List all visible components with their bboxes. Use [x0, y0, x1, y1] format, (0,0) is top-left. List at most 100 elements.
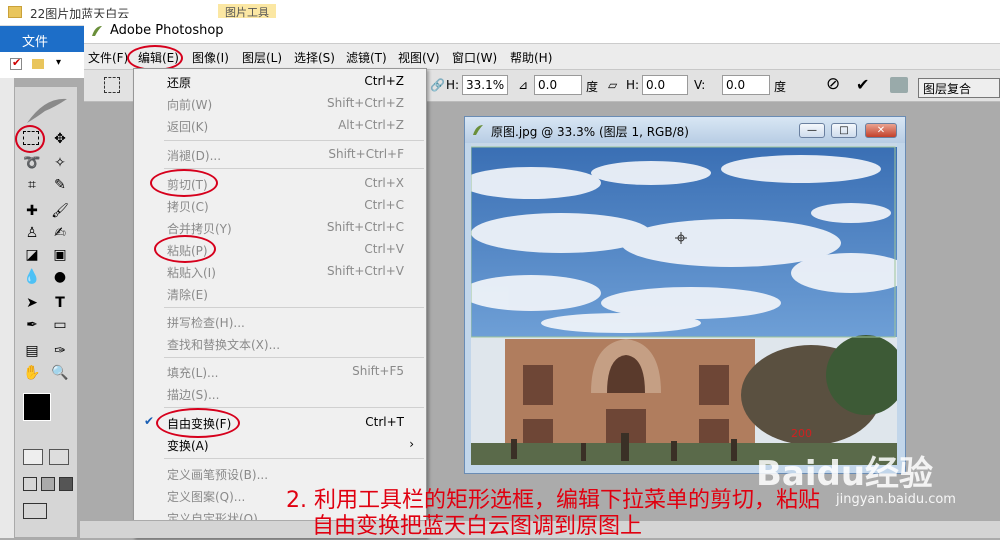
layer-comps-tab[interactable]: 图层复合: [918, 78, 1000, 98]
checkmark-icon: ✔: [144, 414, 155, 428]
jump-to-imageready-icon[interactable]: [23, 503, 47, 519]
menu-item-find-replace[interactable]: 查找和替换文本(X)...: [134, 333, 426, 355]
menu-item-label: 定义图案(Q)...: [167, 490, 246, 504]
menu-item-fill[interactable]: 填充(L)... Shift+F5: [134, 361, 426, 383]
skew-h-input[interactable]: 0.0: [642, 75, 688, 95]
cancel-transform-icon[interactable]: ⊘: [826, 74, 840, 94]
explorer-file-tab[interactable]: 文件: [0, 26, 84, 52]
clone-stamp-icon[interactable]: ♙: [21, 223, 43, 243]
screen-mode-full-icon[interactable]: [41, 477, 55, 491]
minimize-button[interactable]: —: [799, 123, 825, 138]
gradient-tool-icon[interactable]: ▣: [49, 245, 71, 265]
lasso-tool-icon[interactable]: ➰: [21, 153, 43, 173]
menu-item-clear[interactable]: 清除(E): [134, 283, 426, 305]
toolbox: ✥ ➰ ✧ ⌗ ✎ ✚ 🖌 ♙ ✍ ◪ ▣ 💧 ● ➤ T ✒ ▭ ▤ ✑ ✋ …: [14, 86, 78, 538]
brush-tool-icon[interactable]: 🖌: [49, 201, 71, 221]
instruction-caption-line2: 自由变换把蓝天白云图调到原图上: [312, 514, 643, 539]
menu-item-transform[interactable]: 变换(A) ›: [134, 434, 426, 456]
menu-layer[interactable]: 图层(L): [242, 49, 282, 66]
path-select-icon[interactable]: ➤: [21, 293, 43, 313]
check-icon: ✔: [12, 56, 22, 69]
transform-reference-icon[interactable]: [104, 77, 120, 93]
skew-h-label: H:: [626, 78, 640, 92]
crop-tool-icon[interactable]: ⌗: [21, 175, 43, 195]
palette-well-icon[interactable]: [890, 77, 908, 93]
eyedropper-icon[interactable]: ✑: [49, 341, 71, 361]
menu-item-label: 粘贴入(I): [167, 266, 216, 280]
folder-icon[interactable]: [32, 59, 44, 69]
menu-item-label: 定义画笔预设(B)...: [167, 468, 269, 482]
notes-tool-icon[interactable]: ▤: [21, 341, 43, 361]
menu-item-label: 向前(W): [167, 98, 213, 112]
image-canvas[interactable]: 200: [471, 143, 897, 465]
menu-select[interactable]: 选择(S): [294, 49, 335, 66]
menu-item-copy[interactable]: 拷贝(C) Ctrl+C: [134, 195, 426, 217]
menu-file[interactable]: 文件(F): [88, 49, 128, 66]
shape-tool-icon[interactable]: ▭: [49, 315, 71, 335]
document-titlebar[interactable]: 原图.jpg @ 33.3% (图层 1, RGB/8) — □ ✕: [465, 117, 905, 143]
maximize-button[interactable]: □: [831, 123, 857, 138]
photoshop-logo-icon: [92, 26, 102, 36]
hand-tool-icon[interactable]: ✋: [21, 363, 43, 383]
close-button[interactable]: ✕: [865, 123, 897, 138]
pen-tool-icon[interactable]: ✒: [21, 315, 43, 335]
menu-item-label: 消褪(D)...: [167, 149, 222, 163]
menu-filter[interactable]: 滤镜(T): [346, 49, 387, 66]
slice-tool-icon[interactable]: ✎: [49, 175, 71, 195]
menu-item-undo[interactable]: 还原 Ctrl+Z: [134, 71, 426, 93]
history-brush-icon[interactable]: ✍: [49, 223, 71, 243]
menu-item-label: 还原: [167, 76, 192, 90]
screen-mode-black-icon[interactable]: [59, 477, 73, 491]
menu-item-paste-into[interactable]: 粘贴入(I) Shift+Ctrl+V: [134, 261, 426, 283]
scale-h-input[interactable]: 33.1%: [462, 75, 508, 95]
document-window: 原图.jpg @ 33.3% (图层 1, RGB/8) — □ ✕ 200: [464, 116, 906, 474]
foreground-color-swatch[interactable]: [23, 393, 51, 421]
healing-brush-icon[interactable]: ✚: [21, 201, 43, 221]
menu-item-label: 填充(L)...: [167, 366, 219, 380]
menu-item-fade[interactable]: 消褪(D)... Shift+Ctrl+F: [134, 144, 426, 166]
blur-tool-icon[interactable]: 💧: [21, 267, 43, 287]
annotation-circle: [156, 408, 240, 438]
menu-item-shortcut: Ctrl+C: [364, 198, 404, 212]
menu-item-label: 返回(K): [167, 120, 209, 134]
menu-view[interactable]: 视图(V): [398, 49, 440, 66]
dropdown-icon[interactable]: ▾: [56, 57, 61, 68]
move-tool-icon[interactable]: ✥: [49, 129, 71, 149]
menu-window[interactable]: 窗口(W): [452, 49, 497, 66]
angle-icon: ⊿: [518, 78, 529, 92]
menu-separator: [164, 458, 424, 459]
type-tool-icon[interactable]: T: [49, 293, 71, 313]
submenu-arrow-icon: ›: [409, 437, 414, 451]
link-icon[interactable]: 🔗: [430, 78, 445, 92]
degree-unit-label-2: 度: [774, 80, 787, 94]
menu-item-step-backward[interactable]: 返回(K) Alt+Ctrl+Z: [134, 115, 426, 137]
zoom-tool-icon[interactable]: 🔍: [49, 363, 71, 383]
degree-unit-label: 度: [586, 80, 599, 94]
commit-transform-icon[interactable]: ✔: [856, 75, 869, 94]
menu-bar: 文件(F) 编辑(E) 图像(I) 图层(L) 选择(S) 滤镜(T) 视图(V…: [84, 44, 1000, 71]
menu-item-spell-check[interactable]: 拼写检查(H)...: [134, 311, 426, 333]
skew-v-input[interactable]: 0.0: [722, 75, 770, 95]
magic-wand-icon[interactable]: ✧: [49, 153, 71, 173]
quick-mask-icon[interactable]: [49, 449, 69, 465]
annotation-circle: [150, 169, 218, 197]
eraser-tool-icon[interactable]: ◪: [21, 245, 43, 265]
menu-item-shortcut: Shift+Ctrl+C: [326, 220, 404, 234]
dodge-tool-icon[interactable]: ●: [49, 267, 71, 287]
standard-mode-icon[interactable]: [23, 449, 43, 465]
menu-item-stroke[interactable]: 描边(S)...: [134, 383, 426, 405]
menu-item-step-forward[interactable]: 向前(W) Shift+Ctrl+Z: [134, 93, 426, 115]
explorer-left-margin: [0, 78, 14, 538]
menu-item-shortcut: Ctrl+V: [364, 242, 404, 256]
menu-help[interactable]: 帮助(H): [510, 49, 552, 66]
menu-image[interactable]: 图像(I): [192, 49, 229, 66]
menu-item-shortcut: Shift+F5: [352, 364, 404, 378]
explorer-quick-access: ✔ ▾: [0, 52, 84, 78]
menu-item-shortcut: Alt+Ctrl+Z: [338, 118, 404, 132]
folder-icon: [8, 6, 22, 18]
rotate-angle-input[interactable]: 0.0: [534, 75, 582, 95]
menu-separator: [164, 307, 424, 308]
menu-item-shortcut: Shift+Ctrl+Z: [327, 96, 404, 110]
document-title: 原图.jpg @ 33.3% (图层 1, RGB/8): [491, 125, 689, 139]
screen-mode-icon[interactable]: [23, 477, 37, 491]
